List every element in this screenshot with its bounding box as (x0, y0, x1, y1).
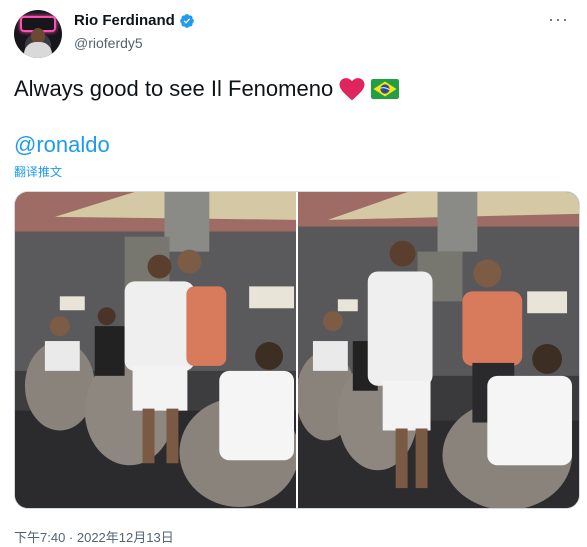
brazil-flag-icon (371, 79, 400, 99)
lounge-photo-hug-icon (15, 192, 296, 508)
avatar[interactable] (14, 10, 62, 58)
verified-badge-icon (180, 13, 194, 28)
author-name[interactable]: Rio Ferdinand (74, 12, 175, 29)
tweet-timestamp[interactable]: 下午7:40 · 2022年12月13日 (14, 527, 174, 546)
avatar-torso (24, 42, 52, 58)
author-name-row: Rio Ferdinand (74, 12, 195, 29)
red-heart-icon (339, 78, 365, 101)
more-options-icon[interactable]: ··· (548, 10, 569, 28)
tweet-text: Always good to see Il Fenomeno (14, 75, 400, 103)
mention-link[interactable]: @ronaldo (14, 132, 110, 158)
photo-2[interactable] (298, 192, 579, 508)
tweet: Rio Ferdinand @rioferdy5 ··· Always good… (0, 0, 587, 547)
lounge-photo-standing-icon (298, 192, 579, 508)
author-handle[interactable]: @rioferdy5 (74, 35, 143, 51)
media-grid (14, 191, 580, 509)
translate-tweet-link[interactable]: 翻译推文 (14, 163, 62, 180)
photo-1[interactable] (15, 192, 296, 508)
tweet-body: Always good to see Il Fenomeno (14, 76, 334, 101)
